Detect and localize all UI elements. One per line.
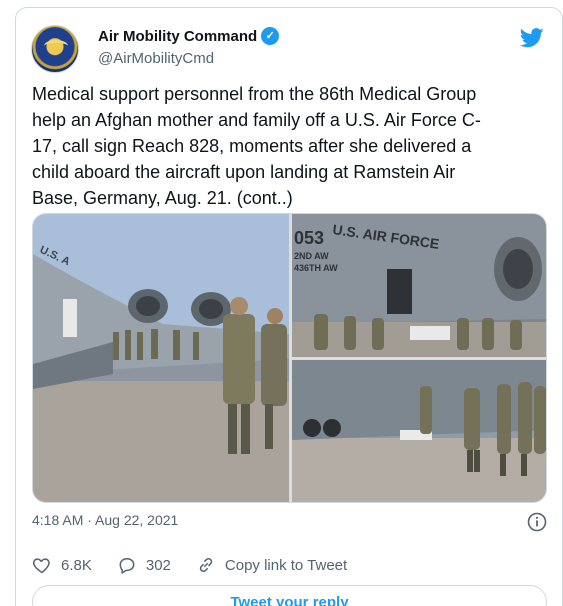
tail-number: 053	[294, 228, 324, 248]
tweet-header: Air Mobility Command ✓ @AirMobilityCmd	[31, 23, 547, 73]
timestamp-row: 4:18 AM · Aug 22, 2021	[32, 512, 547, 534]
author-name-row[interactable]: Air Mobility Command ✓	[98, 27, 280, 45]
like-count: 6.8K	[61, 556, 92, 574]
tweet-timestamp[interactable]: 4:18 AM · Aug 22, 2021	[32, 512, 178, 528]
aircraft-ramp-illustration: U.S. AIR FORCE 053 2ND AW 436TH AW	[292, 214, 546, 357]
photo-top[interactable]: U.S. AIR FORCE 053 2ND AW 436TH AW	[292, 214, 546, 357]
avatar[interactable]	[31, 25, 79, 73]
photo-main[interactable]: U.S. A	[33, 214, 289, 502]
like-button[interactable]: 6.8K	[32, 555, 92, 575]
aircraft-personnel-illustration: U.S. A	[33, 244, 289, 454]
author-display-name[interactable]: Air Mobility Command	[98, 28, 257, 45]
wing-text-2: 436TH AW	[294, 263, 338, 273]
link-icon	[199, 557, 213, 573]
info-icon[interactable]	[527, 512, 547, 532]
reply-button[interactable]: 302	[117, 555, 171, 575]
comment-icon	[119, 558, 135, 574]
tweet-media-grid: U.S. A U.S. AIR FORCE 053 2ND AW 436TH A…	[32, 213, 547, 503]
wing-text-1: 2ND AW	[294, 251, 329, 261]
reply-count: 302	[145, 556, 171, 574]
stretcher-personnel-illustration	[292, 360, 546, 476]
twitter-bird-icon[interactable]	[520, 28, 544, 48]
tweet-actions: 6.8K 302 Copy link to Tweet	[32, 554, 372, 576]
tweet-text: Medical support personnel from the 86th …	[32, 84, 481, 208]
copy-link-label: Copy link to Tweet	[224, 556, 348, 574]
tweet-your-reply-button[interactable]: Tweet your reply	[32, 585, 547, 606]
copy-link-button[interactable]: Copy link to Tweet	[196, 555, 347, 575]
heart-icon	[32, 558, 50, 574]
author-handle[interactable]: @AirMobilityCmd	[98, 50, 214, 67]
photo-bottom[interactable]	[292, 360, 546, 502]
wings-emblem	[44, 40, 68, 52]
verified-badge-icon: ✓	[261, 27, 280, 45]
